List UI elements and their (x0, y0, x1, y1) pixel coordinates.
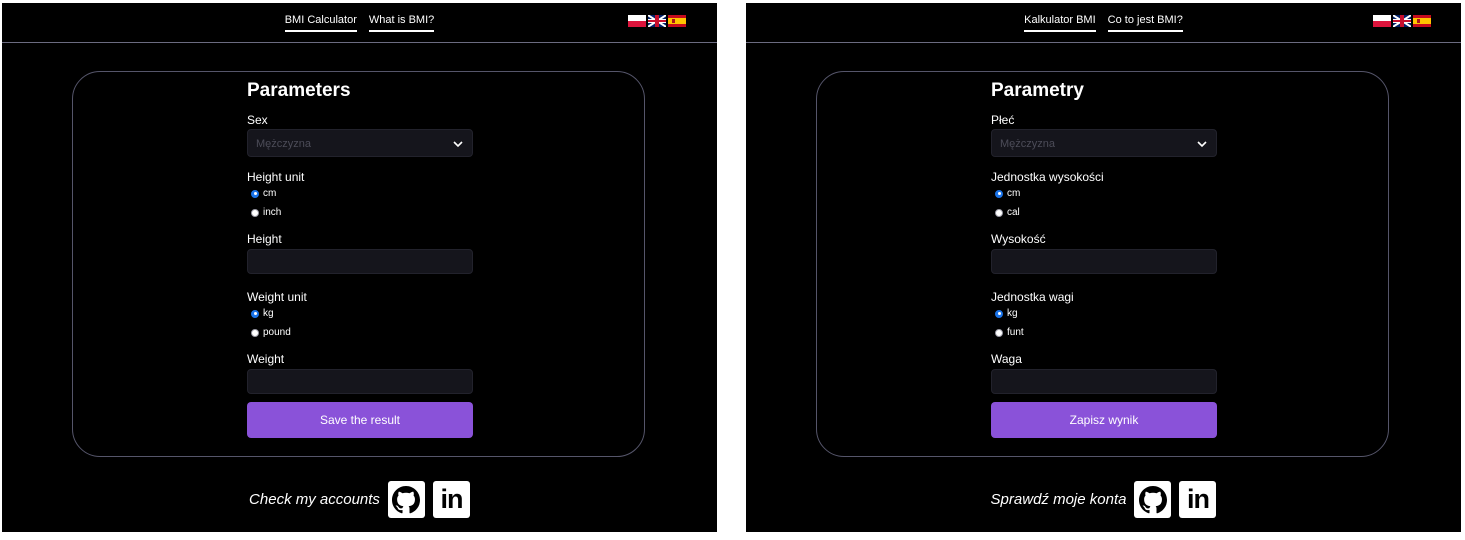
spain-flag-icon[interactable] (668, 15, 686, 27)
main-nav: Kalkulator BMI Co to jest BMI? (746, 14, 1461, 32)
language-switcher (1373, 15, 1431, 27)
nav-bmi-calculator[interactable]: Kalkulator BMI (1024, 14, 1096, 32)
radio-label: kg (1007, 308, 1018, 319)
weight-unit-option-kg[interactable]: kg (995, 308, 1018, 319)
linkedin-icon[interactable]: in (1179, 481, 1217, 518)
radio-label: cm (1007, 188, 1021, 199)
chevron-down-icon (1197, 141, 1207, 148)
form-title: Parameters (247, 80, 351, 101)
spain-flag-icon[interactable] (1413, 15, 1431, 27)
weight-unit-option-funt[interactable]: funt (995, 327, 1024, 338)
save-result-button[interactable]: Zapisz wynik (991, 402, 1217, 438)
top-navigation-bar: Kalkulator BMI Co to jest BMI? (746, 3, 1461, 43)
linkedin-icon[interactable]: in (432, 481, 470, 518)
radio-checked[interactable] (251, 309, 259, 318)
sex-select[interactable]: Mężczyzna (991, 129, 1217, 157)
poland-flag-icon[interactable] (628, 15, 646, 27)
height-unit-option-cal[interactable]: cal (995, 207, 1020, 218)
language-switcher (628, 15, 686, 27)
uk-flag-icon[interactable] (648, 15, 666, 27)
parameters-card: Parametry Płeć Mężczyzna Jednostka wysok… (816, 71, 1389, 457)
weight-unit-option-pound[interactable]: pound (251, 327, 291, 338)
height-unit-option-inch[interactable]: inch (251, 207, 281, 218)
radio-unchecked[interactable] (995, 328, 1003, 337)
sex-label: Płeć (991, 113, 1015, 127)
radio-label: funt (1007, 327, 1024, 338)
height-input[interactable] (247, 249, 473, 274)
nav-what-is-bmi[interactable]: What is BMI? (368, 14, 435, 32)
sex-select-value: Mężczyzna (256, 138, 312, 150)
radio-unchecked[interactable] (251, 328, 259, 337)
form-title: Parametry (991, 80, 1084, 101)
bmi-app-panel-polish: Kalkulator BMI Co to jest BMI? Parametry… (746, 3, 1461, 532)
nav-bmi-calculator[interactable]: BMI Calculator (284, 14, 357, 32)
bmi-app-panel-english: BMI Calculator What is BMI? Parameters S… (2, 3, 717, 532)
height-label: Height (247, 232, 282, 246)
radio-label: kg (263, 308, 274, 319)
weight-unit-option-kg[interactable]: kg (251, 308, 274, 319)
sex-select-value: Mężczyzna (1000, 138, 1056, 150)
radio-checked[interactable] (995, 189, 1003, 198)
weight-label: Weight (247, 352, 285, 366)
footer: Sprawdź moje konta in (746, 481, 1461, 518)
github-icon[interactable] (1134, 481, 1172, 518)
radio-label: cal (1007, 207, 1020, 218)
radio-unchecked[interactable] (995, 208, 1003, 217)
height-unit-option-cm[interactable]: cm (995, 188, 1020, 199)
weight-input[interactable] (991, 369, 1217, 394)
uk-flag-icon[interactable] (1393, 15, 1411, 27)
top-navigation-bar: BMI Calculator What is BMI? (2, 3, 717, 43)
radio-checked[interactable] (995, 309, 1003, 318)
weight-label: Waga (991, 352, 1022, 366)
radio-checked[interactable] (251, 189, 259, 198)
height-input[interactable] (991, 249, 1217, 274)
parameters-card: Parameters Sex Mężczyzna Height unit cm … (72, 71, 645, 457)
height-unit-label: Jednostka wysokości (991, 170, 1104, 184)
footer-text: Sprawdź moje konta (990, 491, 1127, 508)
footer-text: Check my accounts (249, 491, 380, 508)
radio-label: inch (263, 207, 282, 218)
nav-what-is-bmi[interactable]: Co to jest BMI? (1107, 14, 1183, 32)
footer: Check my accounts in (2, 481, 717, 518)
radio-unchecked[interactable] (251, 208, 259, 217)
save-result-button[interactable]: Save the result (247, 402, 473, 438)
weight-unit-label: Jednostka wagi (991, 290, 1074, 304)
weight-unit-label: Weight unit (247, 290, 307, 304)
height-unit-option-cm[interactable]: cm (251, 188, 276, 199)
sex-select[interactable]: Mężczyzna (247, 129, 473, 157)
weight-input[interactable] (247, 369, 473, 394)
main-nav: BMI Calculator What is BMI? (2, 14, 717, 32)
height-unit-label: Height unit (247, 170, 305, 184)
radio-label: cm (263, 188, 277, 199)
sex-label: Sex (247, 113, 268, 127)
height-label: Wysokość (991, 232, 1046, 246)
github-icon[interactable] (387, 481, 425, 518)
chevron-down-icon (453, 141, 463, 148)
poland-flag-icon[interactable] (1373, 15, 1391, 27)
radio-label: pound (263, 327, 291, 338)
